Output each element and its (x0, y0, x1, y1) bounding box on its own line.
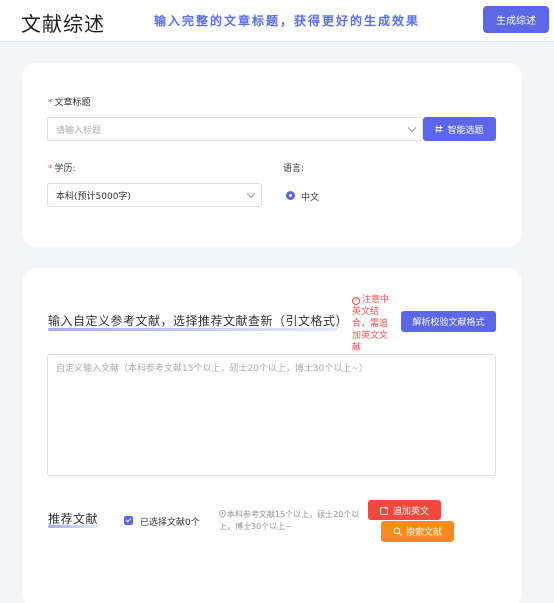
required-mark: * (48, 164, 53, 174)
hash-icon (435, 125, 443, 133)
references-card: 输入自定义参考文献，选择推荐文献查新（引文格式） ! 注意中英文结合，需追加英文文… (22, 268, 522, 603)
location-pin-icon (219, 510, 226, 521)
references-section-title: 输入自定义参考文献，选择推荐文献查新（引文格式） (48, 314, 349, 328)
warning-icon: ! (352, 297, 360, 305)
title-underline (48, 525, 98, 528)
slogan-text: 输入完整的文章标题，获得更好的生成效果 (154, 14, 421, 28)
custom-references-textarea[interactable]: 自定义输入文献（本科参考文献15个以上，硕士20个以上，博士30个以上~） (47, 354, 496, 476)
top-bar: 文献综述 输入完整的文章标题，获得更好的生成效果 生成综述 (0, 0, 554, 42)
title-underline (48, 328, 338, 331)
title-input[interactable]: 请输入标题 (47, 117, 423, 141)
parse-format-button[interactable]: 解析校验文献格式 (401, 311, 496, 332)
search-references-button[interactable]: 搜索文献 (381, 521, 454, 542)
language-option-label[interactable]: 中文 (301, 190, 319, 203)
chevron-down-icon (246, 189, 256, 199)
generate-review-button[interactable]: 生成综述 (483, 6, 549, 33)
add-english-button[interactable]: 追加英文 (368, 500, 441, 520)
required-mark: * (48, 98, 53, 108)
chevron-down-icon (407, 123, 417, 133)
language-field-label: 语言: (283, 164, 305, 174)
title-field-label: * 文章标题 (48, 98, 91, 108)
select-all-checkbox[interactable] (124, 516, 133, 525)
degree-field-label: * 学历: (48, 164, 76, 174)
page-title: 文献综述 (21, 12, 105, 36)
language-radio-chinese[interactable] (286, 191, 295, 200)
degree-select[interactable]: 本科(预计5000字) (47, 183, 262, 207)
smart-topic-button[interactable]: 智能选题 (423, 117, 496, 141)
article-settings-card: * 文章标题 请输入标题 智能选题 * 学历: 本科(预计5000字) 语言: 中文 (22, 63, 522, 247)
selected-count-label: 已选择文献0个 (140, 518, 200, 528)
reference-count-hint: 本科参考文献15个以上，硕士20个以上，博士30个以上~ (219, 510, 360, 531)
add-document-icon (380, 506, 389, 515)
search-icon (393, 527, 402, 536)
mixed-language-warning: ! 注意中英文结合，需追加英文文献 (352, 295, 390, 353)
